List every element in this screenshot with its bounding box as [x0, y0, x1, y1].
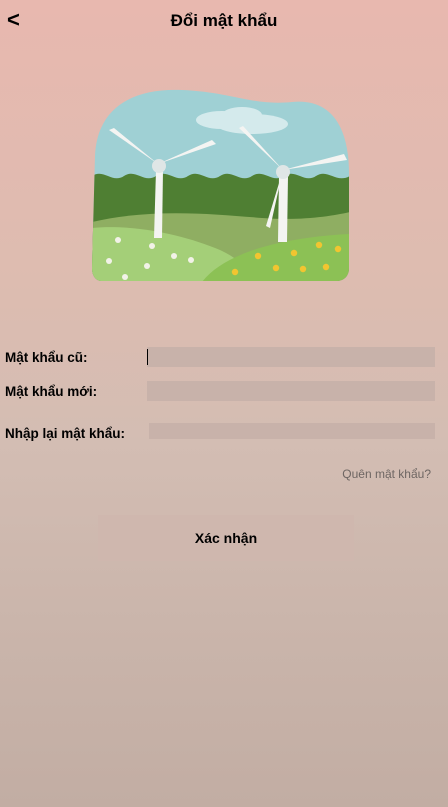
page-title: Đổi mật khẩu — [170, 11, 278, 30]
wind-turbine-landscape-illustration — [92, 89, 350, 281]
confirm-password-input[interactable] — [149, 423, 435, 439]
new-password-row: Mật khẩu mới: — [0, 381, 448, 403]
old-password-input[interactable] — [147, 347, 435, 367]
forgot-password-link[interactable]: Quên mật khẩu? — [342, 467, 431, 481]
header-bar: < Đổi mật khẩu — [0, 0, 448, 42]
old-password-row: Mật khẩu cũ: — [0, 347, 448, 369]
cloud — [222, 107, 262, 123]
confirm-button[interactable]: Xác nhận — [98, 515, 354, 561]
old-password-label: Mật khẩu cũ: — [5, 350, 88, 365]
new-password-label: Mật khẩu mới: — [5, 384, 98, 399]
confirm-password-label: Nhập lại mật khẩu: — [5, 426, 126, 441]
new-password-input[interactable] — [147, 381, 435, 401]
text-cursor — [147, 349, 148, 365]
confirm-password-row: Nhập lại mật khẩu: — [0, 422, 448, 444]
